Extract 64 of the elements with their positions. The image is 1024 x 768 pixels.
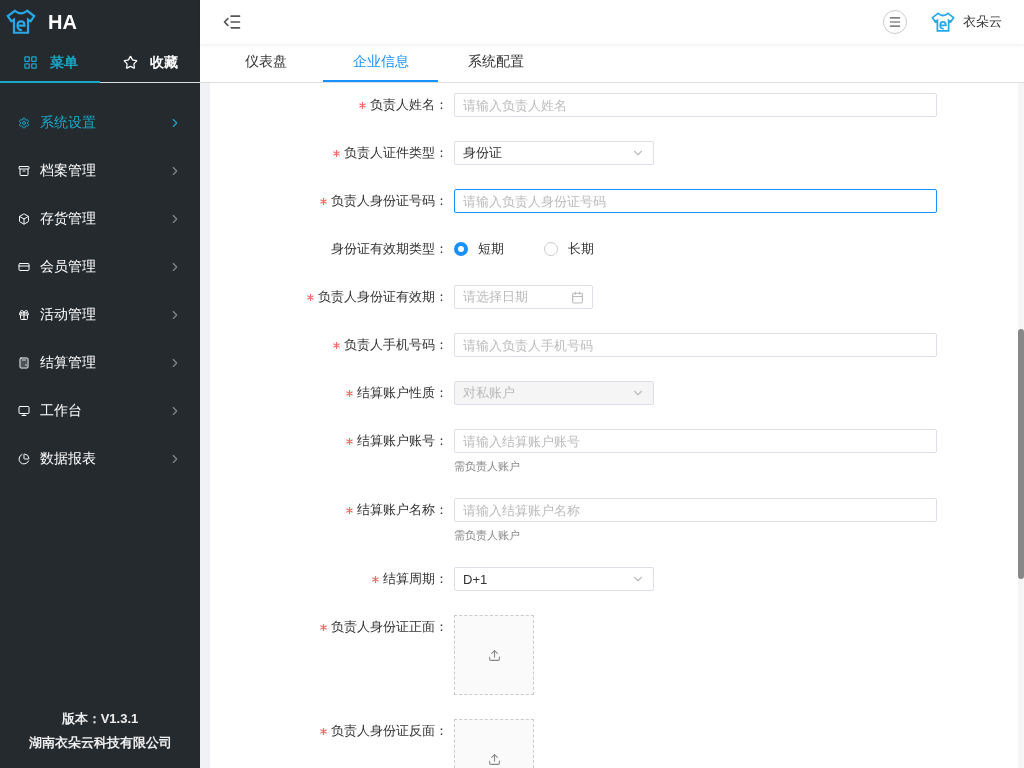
card-icon	[18, 261, 30, 273]
field-label: 负责人姓名：	[370, 96, 448, 114]
scrollbar[interactable]	[1018, 83, 1024, 768]
monitor-icon	[18, 405, 30, 417]
field-label: 结算账户性质：	[357, 384, 448, 402]
sidebar-item[interactable]: 系统设置	[0, 99, 200, 147]
menu-label: 数据报表	[40, 450, 97, 468]
sidebar-item[interactable]: 数据报表	[0, 435, 200, 483]
field-label: 负责人身份证号码：	[331, 192, 448, 210]
logo-text: HA	[48, 10, 77, 34]
star-icon	[122, 55, 138, 70]
upload-icon	[487, 648, 501, 662]
radio-circle[interactable]	[454, 242, 468, 256]
menu-icon	[888, 15, 902, 29]
field-label: 负责人身份证有效期：	[318, 288, 448, 306]
sidebar-item[interactable]: 档案管理	[0, 147, 200, 195]
menu-button[interactable]	[883, 10, 907, 34]
sidebar-item[interactable]: 结算管理	[0, 339, 200, 387]
menu-label: 会员管理	[40, 258, 97, 276]
radio-circle[interactable]	[544, 242, 558, 256]
menu-label: 系统设置	[40, 114, 97, 132]
upload-icon	[487, 752, 501, 766]
page-tab[interactable]: 系统配置	[438, 44, 553, 82]
select-field[interactable]: D+1	[454, 567, 654, 591]
text-input[interactable]: 请输入负责人身份证号码	[454, 189, 937, 213]
calendar-icon	[571, 290, 584, 304]
field-label: 负责人身份证反面：	[331, 722, 448, 740]
menu-label: 存货管理	[40, 210, 97, 228]
sidebar-item[interactable]: 工作台	[0, 387, 200, 435]
field-label: 结算周期：	[383, 570, 448, 588]
field-label: 负责人身份证正面：	[331, 618, 448, 636]
field-label: 负责人手机号码：	[344, 336, 448, 354]
sidebar-item[interactable]: 活动管理	[0, 291, 200, 339]
field-label: 负责人证件类型：	[344, 144, 448, 162]
shirt-logo-icon	[931, 11, 955, 33]
radio-option[interactable]: 长期	[544, 240, 594, 258]
page-tab[interactable]: 仪表盘	[208, 44, 323, 82]
sidebar-item[interactable]: 存货管理	[0, 195, 200, 243]
user-name[interactable]: 衣朵云	[963, 13, 1002, 31]
footer-text: 版本：V1.3.1	[61, 710, 139, 728]
calculator-icon	[18, 357, 30, 369]
gift-icon	[18, 309, 30, 321]
field-label: 结算账户账号：	[357, 432, 448, 450]
select-field[interactable]: 身份证	[454, 141, 654, 165]
menu-label: 档案管理	[40, 162, 97, 180]
grid-icon	[22, 55, 38, 70]
gear-icon	[18, 117, 30, 129]
sidebar-tab[interactable]: 菜单	[0, 44, 100, 83]
menu-label: 工作台	[40, 402, 83, 420]
menu-label: 结算管理	[40, 354, 97, 372]
field-label: 结算账户名称：	[357, 501, 448, 519]
footer-text: 湖南衣朵云科技有限公司	[28, 734, 172, 752]
sidebar-tab[interactable]: 收藏	[100, 44, 200, 83]
pie-chart-icon	[18, 453, 30, 465]
cube-icon	[18, 213, 30, 225]
field-label: 身份证有效期类型：	[331, 240, 448, 258]
field-hint: 需负责人账户	[454, 459, 521, 474]
radio-option[interactable]: 短期	[454, 240, 504, 258]
sidebar-item[interactable]: 会员管理	[0, 243, 200, 291]
shirt-logo-icon	[6, 9, 36, 35]
collapse-menu-icon[interactable]	[222, 12, 242, 32]
menu-label: 活动管理	[40, 306, 97, 324]
field-hint: 需负责人账户	[454, 528, 521, 543]
archive-icon	[18, 165, 30, 177]
